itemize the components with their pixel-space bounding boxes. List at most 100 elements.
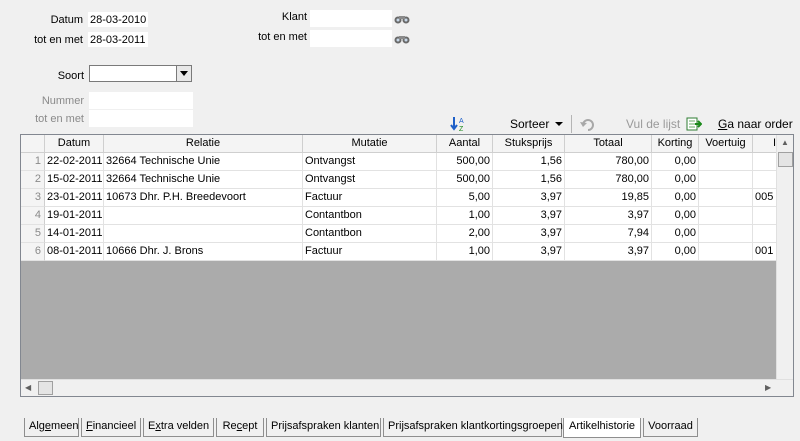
header-relatie[interactable]: Relatie <box>104 135 303 153</box>
cell-aantal[interactable]: 1,00 <box>437 243 493 261</box>
cell-relatie[interactable]: 10666 Dhr. J. Brons <box>104 243 303 261</box>
cell-totaal[interactable]: 3,97 <box>565 207 652 225</box>
header-korting[interactable]: Korting <box>652 135 699 153</box>
binoculars-icon <box>394 35 410 43</box>
scroll-right-icon[interactable]: ▶ <box>765 383 771 392</box>
tab-financieel[interactable]: Financieel <box>81 418 141 437</box>
vertical-scrollbar[interactable]: ▲ <box>776 135 793 383</box>
fill-list-button[interactable]: Vul de lijst <box>580 114 705 134</box>
nummer-to-field[interactable] <box>89 110 193 127</box>
cell-relatie[interactable]: 32664 Technische Unie <box>104 153 303 171</box>
header-voertuig[interactable]: Voertuig <box>699 135 753 153</box>
cell-totaal[interactable]: 7,94 <box>565 225 652 243</box>
tab-recept[interactable]: Recept <box>216 418 264 437</box>
table-row[interactable]: 6 08-01-2011 10666 Dhr. J. Brons Factuur 1,0… <box>21 243 781 261</box>
cell-datum[interactable]: 15-02-2011 <box>45 171 104 189</box>
header-datum[interactable]: Datum <box>45 135 104 153</box>
cell-voertuig[interactable] <box>699 225 753 243</box>
scroll-up-icon[interactable]: ▲ <box>781 138 789 147</box>
toolbar-separator <box>571 115 572 133</box>
tab-voorraad[interactable]: Voorraad <box>643 418 698 437</box>
cell-stuksprijs[interactable]: 3,97 <box>493 243 565 261</box>
nummer-from-field[interactable] <box>89 92 193 109</box>
cell-stuksprijs[interactable]: 3,97 <box>493 207 565 225</box>
article-history-grid[interactable]: Datum Relatie Mutatie Aantal Stuksprijs … <box>20 134 794 397</box>
horizontal-scroll-thumb[interactable] <box>38 381 53 395</box>
cell-aantal[interactable]: 1,00 <box>437 207 493 225</box>
table-row[interactable]: 5 14-01-2011 Contantbon 2,00 3,97 7,94 0,00 <box>21 225 781 243</box>
cell-aantal[interactable]: 500,00 <box>437 171 493 189</box>
cell-mutatie[interactable]: Ontvangst <box>303 153 437 171</box>
cell-voertuig[interactable] <box>699 243 753 261</box>
datum-from-field[interactable]: 28-03-2010 <box>87 11 149 28</box>
datum-to-field[interactable]: 28-03-2011 <box>87 31 149 48</box>
tab-prijsafspraken-klantkortingsgroepen[interactable]: Prijsafspraken klantkortingsgroepen <box>383 418 563 437</box>
scroll-left-icon[interactable]: ◀ <box>25 383 31 392</box>
cell-totaal[interactable]: 3,97 <box>565 243 652 261</box>
table-row[interactable]: 1 22-02-2011 32664 Technische Unie Ontvangs… <box>21 153 781 171</box>
cell-korting[interactable]: 0,00 <box>652 225 699 243</box>
cell-totaal[interactable]: 780,00 <box>565 153 652 171</box>
tab-extra-velden[interactable]: Extra velden <box>143 418 214 437</box>
undo-icon <box>580 119 594 131</box>
cell-aantal[interactable]: 500,00 <box>437 153 493 171</box>
cell-datum[interactable]: 14-01-2011 <box>45 225 104 243</box>
cell-totaal[interactable]: 19,85 <box>565 189 652 207</box>
cell-korting[interactable]: 0,00 <box>652 189 699 207</box>
klant-from-field[interactable] <box>310 10 392 27</box>
klant-to-field[interactable] <box>310 30 392 47</box>
cell-korting[interactable]: 0,00 <box>652 207 699 225</box>
soort-dropdown-button[interactable] <box>176 65 192 82</box>
klant-from-lookup-button[interactable] <box>393 11 411 26</box>
table-row[interactable]: 2 15-02-2011 32664 Technische Unie Ontvangs… <box>21 171 781 189</box>
cell-stuksprijs[interactable]: 3,97 <box>493 189 565 207</box>
cell-totaal[interactable]: 780,00 <box>565 171 652 189</box>
header-stuksprijs[interactable]: Stuksprijs <box>493 135 565 153</box>
tab-prijsafspraken-klanten[interactable]: Prijsafspraken klanten <box>266 418 381 437</box>
horizontal-scrollbar[interactable]: ◀ ▶ <box>21 379 793 396</box>
header-totaal[interactable]: Totaal <box>565 135 652 153</box>
cell-relatie[interactable] <box>104 225 303 243</box>
cell-stuksprijs[interactable]: 1,56 <box>493 153 565 171</box>
cell-mutatie[interactable]: Factuur <box>303 243 437 261</box>
klant-to-lookup-button[interactable] <box>393 31 411 46</box>
cell-relatie[interactable] <box>104 207 303 225</box>
cell-mutatie[interactable]: Contantbon <box>303 207 437 225</box>
cell-korting[interactable]: 0,00 <box>652 171 699 189</box>
row-number: 6 <box>21 243 45 261</box>
cell-datum[interactable]: 08-01-2011 <box>45 243 104 261</box>
soort-select[interactable] <box>89 65 176 82</box>
cell-relatie[interactable]: 32664 Technische Unie <box>104 171 303 189</box>
cell-datum[interactable]: 22-02-2011 <box>45 153 104 171</box>
cell-voertuig[interactable] <box>699 171 753 189</box>
cell-korting[interactable]: 0,00 <box>652 153 699 171</box>
header-mutatie[interactable]: Mutatie <box>303 135 437 153</box>
sort-button[interactable]: A Z Sorteer <box>450 114 570 134</box>
cell-datum[interactable]: 19-01-2011 <box>45 207 104 225</box>
header-aantal[interactable]: Aantal <box>437 135 493 153</box>
sort-az-icon: A Z <box>450 117 464 132</box>
cell-voertuig[interactable] <box>699 207 753 225</box>
cell-stuksprijs[interactable]: 3,97 <box>493 225 565 243</box>
cell-mutatie[interactable]: Factuur <box>303 189 437 207</box>
cell-datum[interactable]: 23-01-2011 <box>45 189 104 207</box>
cell-mutatie[interactable]: Contantbon <box>303 225 437 243</box>
vertical-scroll-thumb[interactable] <box>778 152 793 167</box>
sort-label: Sorteer <box>510 117 550 131</box>
tab-algemeen[interactable]: Algemeen <box>24 418 79 437</box>
cell-voertuig[interactable] <box>699 189 753 207</box>
cell-relatie[interactable]: 10673 Dhr. P.H. Breedevoort <box>104 189 303 207</box>
table-row[interactable]: 3 23-01-2011 10673 Dhr. P.H. Breedevoort Fa… <box>21 189 781 207</box>
cell-aantal[interactable]: 2,00 <box>437 225 493 243</box>
cell-voertuig[interactable] <box>699 153 753 171</box>
export-green-icon <box>686 117 703 131</box>
cell-aantal[interactable]: 5,00 <box>437 189 493 207</box>
tab-artikelhistorie[interactable]: Artikelhistorie <box>563 418 641 438</box>
cell-mutatie[interactable]: Ontvangst <box>303 171 437 189</box>
row-number: 2 <box>21 171 45 189</box>
goto-order-button[interactable]: Ga naar order <box>718 114 794 134</box>
cell-stuksprijs[interactable]: 1,56 <box>493 171 565 189</box>
table-row[interactable]: 4 19-01-2011 Contantbon 1,00 3,97 3,97 0,00 <box>21 207 781 225</box>
cell-korting[interactable]: 0,00 <box>652 243 699 261</box>
klant-to-label: tot en met <box>258 31 307 43</box>
